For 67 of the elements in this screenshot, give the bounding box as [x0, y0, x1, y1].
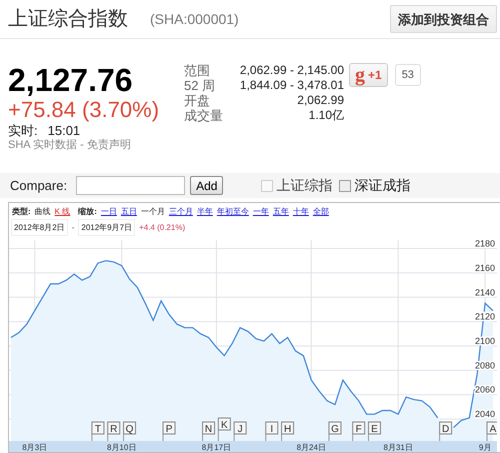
- annotation: R: [110, 424, 118, 435]
- annotation: G: [331, 424, 340, 435]
- y-tick-label: 2160: [474, 262, 495, 273]
- plus-one-count: 53: [394, 64, 421, 86]
- zoom-link[interactable]: 全部: [312, 206, 329, 217]
- index-title: 上证综合指数: [8, 7, 128, 32]
- end-date[interactable]: 2012年9月7日: [78, 219, 136, 236]
- add-to-portfolio-button[interactable]: 添加到投资组合: [390, 4, 497, 33]
- zoom-label: 缩放:: [78, 206, 97, 217]
- zoom-link[interactable]: 三个月: [168, 206, 193, 217]
- zoom-link[interactable]: 半年: [196, 206, 213, 217]
- stat-label: 开盘: [184, 92, 211, 108]
- y-tick-label: 2140: [474, 287, 495, 298]
- start-date[interactable]: 2012年8月2日: [11, 219, 68, 236]
- compare-label: Compare:: [10, 178, 68, 194]
- x-tick-label: 8月10日: [106, 443, 136, 452]
- x-tick-label: 8月24日: [296, 443, 326, 452]
- annotation: K: [221, 420, 228, 431]
- zoom-link[interactable]: 年初至今: [216, 206, 249, 217]
- annotation: N: [204, 424, 212, 435]
- price-change: +75.84 (3.70%): [8, 96, 160, 123]
- ticker-symbol: (SHA:000001): [150, 10, 239, 27]
- checkbox-label: 深证成指: [354, 176, 410, 195]
- stat-value: 1,844.09 - 3,478.01: [238, 78, 344, 93]
- date-separator: -: [72, 223, 74, 232]
- annotation: H: [284, 424, 292, 435]
- annotation: F: [356, 424, 362, 435]
- chart-type-link[interactable]: K 线: [54, 206, 70, 217]
- x-tick-label: 8月31日: [384, 443, 413, 452]
- annotation: D: [442, 424, 450, 435]
- stat-label: 范围: [184, 62, 211, 78]
- plus-one-button[interactable]: g+1: [349, 62, 388, 87]
- checkbox[interactable]: [339, 180, 352, 192]
- zoom-link[interactable]: 十年: [292, 206, 309, 217]
- stat-value: 2,062.99 - 2,145.00: [238, 62, 344, 78]
- annotation: P: [166, 424, 173, 435]
- annotation: I: [270, 424, 274, 435]
- checkbox-label: 上证综指: [276, 176, 332, 195]
- x-tick-label: 8月17日: [202, 443, 232, 452]
- stat-value: 1.10亿: [308, 108, 344, 123]
- chart-type-link[interactable]: 曲线: [34, 206, 51, 217]
- x-tick-label: 8月3日: [22, 443, 48, 452]
- compare-field[interactable]: [76, 176, 186, 196]
- zoom-link[interactable]: 五年: [272, 206, 289, 217]
- annotation: A: [490, 424, 497, 435]
- zoom-link[interactable]: 一个月: [140, 206, 165, 217]
- y-tick-label: 2060: [474, 384, 495, 395]
- add-button[interactable]: Add: [190, 176, 224, 196]
- data-source-note: SHA 实时数据 - 免责声明: [8, 138, 132, 153]
- type-label: 类型:: [12, 206, 31, 217]
- zoom-link[interactable]: 一年: [252, 206, 269, 217]
- price: 2,127.76: [8, 62, 134, 97]
- quote-time: 15:01: [48, 122, 80, 138]
- annotation: Q: [126, 424, 134, 435]
- annotation: T: [94, 424, 101, 435]
- range-change: +4.4 (0.21%): [139, 223, 186, 232]
- x-tick-label: 9月: [478, 443, 492, 452]
- annotation: E: [371, 424, 378, 435]
- stat-value: 2,062.99: [296, 92, 344, 108]
- y-tick-label: 2180: [474, 240, 495, 249]
- time-label: 实时:: [8, 122, 38, 138]
- stat-label: 成交量: [184, 108, 224, 123]
- zoom-link[interactable]: 一日: [100, 206, 117, 217]
- zoom-link[interactable]: 五日: [120, 206, 137, 217]
- stat-label: 52 周: [184, 78, 216, 93]
- y-tick-label: 2040: [474, 409, 495, 420]
- annotation: J: [238, 424, 243, 435]
